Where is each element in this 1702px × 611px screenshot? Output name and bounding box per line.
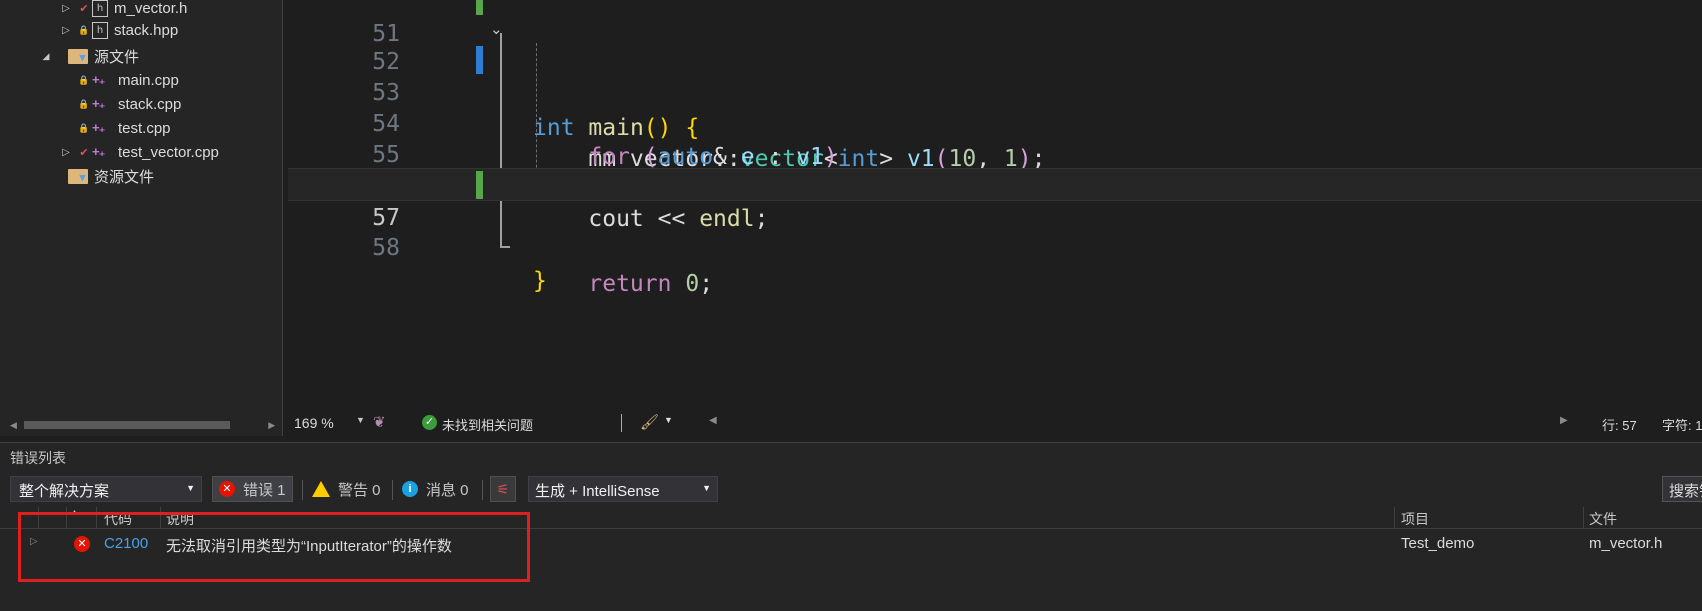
tree-item-test-vector-cpp[interactable]: ▷ ✔ +₊ test_vector.cpp (60, 141, 219, 163)
lock-icon: 🔒 (78, 98, 90, 109)
tree-item-m-vector-h[interactable]: ▷ ✔ h m_vector.h (60, 0, 187, 19)
tree-item-label: main.cpp (118, 71, 179, 89)
code-line[interactable]: 54 for (auto& e : v1) (288, 75, 1702, 170)
issues-status[interactable]: 未找到相关问题 (442, 415, 533, 434)
change-marker (476, 171, 483, 199)
errors-filter-button[interactable]: ✕ 错误 1 (212, 476, 293, 502)
toolbar-divider (482, 480, 483, 500)
code-text: } (533, 268, 547, 294)
checked-in-icon: ✔ (79, 2, 89, 15)
build-filter-value: 生成 + IntelliSense (535, 483, 660, 500)
zoom-level[interactable]: 169 % (294, 415, 334, 431)
check-circle-icon: ✓ (422, 415, 437, 430)
lock-icon: 🔒 (78, 122, 90, 133)
line-number: 58 (372, 235, 400, 261)
solution-explorer: ▷ ✔ h m_vector.h ▷ 🔒 h stack.hpp ◢ 源文件 🔒… (0, 0, 283, 436)
code-line[interactable]: 55 cout << e << " "; (288, 106, 1702, 201)
change-marker (476, 46, 483, 74)
column-header-project[interactable]: 项目 (1401, 509, 1429, 529)
tree-folder-resource-files[interactable]: 资源文件 (68, 165, 154, 187)
column-divider[interactable] (1583, 507, 1584, 529)
error-file: m_vector.h (1589, 535, 1663, 552)
tree-item-label: 源文件 (94, 48, 140, 66)
chevron-down-icon: ▼ (186, 483, 195, 493)
code-text: return 0; (588, 271, 714, 297)
code-line-current[interactable]: 57 return 0; (288, 168, 1702, 297)
code-line[interactable]: 53 mm_vector::vector<int> v1(10, 1); (288, 44, 1702, 172)
tree-item-label: stack.cpp (118, 95, 182, 113)
collapse-chevron-icon[interactable]: ⌄ (490, 13, 503, 46)
cpp-file-icon: +₊ (92, 120, 105, 135)
scroll-left-icon[interactable]: ◀ (10, 420, 22, 431)
code-line[interactable]: 56 cout << endl; (288, 137, 1702, 232)
folder-icon (68, 168, 88, 184)
explorer-horizontal-scrollbar[interactable]: ◀ ▶ (10, 419, 280, 431)
search-placeholder: 搜索错 (1669, 483, 1702, 500)
cursor-row: 行: 57 (1602, 418, 1637, 433)
folder-icon (68, 48, 88, 64)
scroll-right-icon[interactable]: ▶ (268, 420, 280, 431)
toolbar-divider (392, 480, 393, 500)
checked-in-icon: ✔ (79, 146, 89, 159)
scroll-right-icon[interactable]: ▶ (1560, 415, 1568, 426)
lock-icon: 🔒 (78, 24, 90, 35)
warnings-filter-label: 警告 0 (338, 481, 381, 499)
chevron-down-icon: ▼ (702, 483, 711, 493)
tree-item-stack-hpp[interactable]: ▷ 🔒 h stack.hpp (60, 19, 178, 41)
tree-item-label: 资源文件 (94, 168, 155, 186)
expand-arrow-icon[interactable]: ▷ (60, 25, 72, 36)
editor-status-bar: 169 % ▼ ❦ ✓ 未找到相关问题 🖌 ▼ ◀ ▶ 行: 57 字符: 1 (288, 412, 1702, 436)
cpp-file-icon: +₊ (92, 96, 105, 111)
code-editor[interactable]: 51 52 ⌄ int main() { 53 mm_vector::vecto… (288, 0, 1702, 406)
error-search-input[interactable]: 搜索错 (1662, 476, 1702, 502)
tree-item-label: test_vector.cpp (118, 143, 219, 161)
code-line[interactable]: 58 } (288, 199, 1702, 294)
filter-icon[interactable]: ⚟ (490, 476, 516, 502)
column-header-file[interactable]: 文件 (1589, 509, 1617, 529)
error-list-toolbar: 整个解决方案 ▼ ✕ 错误 1 警告 0 i 消息 0 ⚟ 生成 + Intel… (0, 474, 1702, 506)
cpp-file-icon: +₊ (92, 72, 105, 87)
tree-item-stack-cpp[interactable]: 🔒 +₊ stack.cpp (78, 93, 181, 115)
header-file-icon: h (92, 21, 108, 39)
error-project: Test_demo (1401, 535, 1475, 552)
scrollbar-thumb[interactable] (23, 421, 231, 429)
tree-item-test-cpp[interactable]: 🔒 +₊ test.cpp (78, 117, 171, 139)
tree-folder-source-files[interactable]: ◢ 源文件 (40, 45, 139, 67)
code-cleanup-icon[interactable]: 🖌 (640, 413, 659, 431)
cleanup-dropdown-icon[interactable]: ▼ (664, 415, 673, 425)
scope-dropdown[interactable]: 整个解决方案 ▼ (10, 476, 202, 502)
tree-item-label: stack.hpp (114, 21, 179, 39)
block-guide-end (500, 246, 510, 248)
messages-filter-button[interactable]: i 消息 0 (396, 476, 475, 502)
cpp-file-icon: +₊ (92, 144, 105, 159)
status-divider (621, 414, 622, 432)
column-divider[interactable] (1394, 507, 1395, 529)
scroll-left-icon[interactable]: ◀ (709, 415, 717, 426)
error-icon: ✕ (219, 481, 235, 497)
tree-item-label: test.cpp (118, 119, 171, 137)
warnings-filter-button[interactable]: 警告 0 (306, 476, 387, 502)
scope-value: 整个解决方案 (19, 483, 110, 500)
expand-arrow-icon[interactable]: ▷ (60, 3, 72, 14)
header-file-icon: h (92, 0, 108, 17)
tree-item-main-cpp[interactable]: 🔒 +₊ main.cpp (78, 69, 179, 91)
messages-filter-label: 消息 0 (426, 481, 469, 499)
code-line[interactable]: 52 ⌄ int main() { (288, 13, 1702, 141)
warning-icon (312, 481, 330, 497)
toolbar-divider (302, 480, 303, 500)
expand-arrow-icon[interactable]: ▷ (60, 147, 72, 158)
info-icon: i (402, 481, 418, 497)
errors-filter-label: 错误 1 (243, 481, 286, 499)
lock-icon: 🔒 (78, 74, 90, 85)
zoom-dropdown-icon[interactable]: ▼ (356, 415, 365, 425)
build-intellisense-dropdown[interactable]: 生成 + IntelliSense ▼ (528, 476, 718, 502)
panel-title: 错误列表 (10, 450, 66, 466)
spell-check-icon[interactable]: ❦ (373, 413, 386, 431)
tree-item-label: m_vector.h (114, 0, 188, 17)
annotation-highlight-box (18, 512, 530, 582)
collapse-arrow-icon[interactable]: ◢ (40, 51, 52, 62)
cursor-col: 字符: 1 (1662, 418, 1702, 433)
